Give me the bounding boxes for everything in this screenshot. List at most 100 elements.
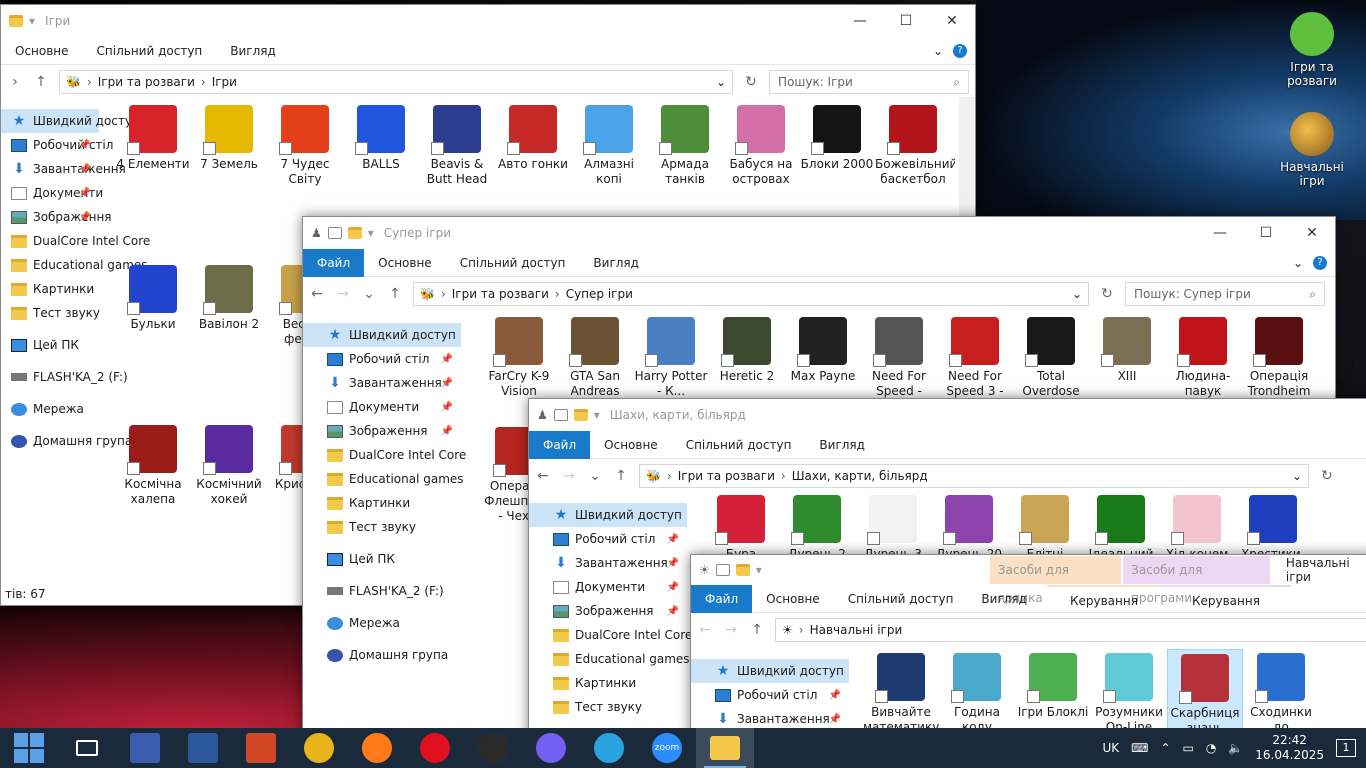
file-item[interactable]: Алмазні копі <box>571 101 647 193</box>
file-item[interactable]: Блоки 2000 <box>799 101 875 193</box>
file-item[interactable]: Дурень 3 <box>855 491 931 557</box>
breadcrumb-current[interactable]: Навчальні ігри <box>810 623 903 637</box>
nav-item-fold[interactable]: DualCore Intel Core <box>529 623 692 647</box>
title-bar[interactable]: ▾ Ігри — ☐ ✕ <box>1 5 975 37</box>
nav-item-doc[interactable]: Документи 📌 <box>529 575 687 599</box>
tab-view[interactable]: Вигляд <box>967 585 1041 613</box>
title-bar[interactable]: ♟ ▾ Шахи, карти, більярд <box>529 399 1366 431</box>
file-item[interactable]: Need For Speed - Ho... <box>861 313 937 413</box>
nav-item-pc[interactable]: Цей ПК <box>1 333 99 357</box>
taskbar-app-podcast[interactable] <box>464 728 522 768</box>
qa-dropdown-icon[interactable]: ▾ <box>368 226 374 240</box>
nav-item-doc[interactable]: Документи 📌 <box>303 395 461 419</box>
nav-item-star[interactable]: ★ Швидкий доступ <box>691 659 849 683</box>
file-item[interactable]: Дурень 2 <box>779 491 855 557</box>
tab-home[interactable]: Основне <box>364 249 446 277</box>
wifi-icon[interactable]: ◔ <box>1206 741 1216 755</box>
file-item[interactable]: Вавілон 2 <box>191 261 267 353</box>
file-item[interactable]: Армада танків <box>647 101 723 193</box>
nav-item-fold[interactable]: Тест звуку <box>303 515 461 539</box>
ribbon-expand-icon[interactable]: ⌄ <box>1293 256 1303 270</box>
file-item[interactable]: Авто гонки <box>495 101 571 193</box>
maximize-button[interactable]: ☐ <box>883 5 929 37</box>
file-item[interactable]: Бабуся на островах <box>723 101 799 193</box>
nav-item-down[interactable]: ⬇ Завантаження 📌 <box>303 371 461 395</box>
taskbar-app-firefox[interactable] <box>348 728 406 768</box>
nav-item-fold[interactable]: Картинки <box>529 671 687 695</box>
file-item[interactable]: Need For Speed 3 - Hot Pursuit <box>937 313 1013 413</box>
breadcrumb-games-root[interactable]: Ігри та розваги <box>98 75 195 89</box>
title-bar[interactable]: ☀ ▾ Засоби для ярлика Засоби для програми… <box>691 555 1366 605</box>
file-item[interactable]: Сходинки до <box>1243 649 1319 737</box>
nav-item-down[interactable]: ⬇ Завантаження 📌 <box>1 157 126 181</box>
new-folder-icon[interactable] <box>735 564 750 576</box>
help-icon[interactable]: ? <box>1313 255 1327 270</box>
nav-item-down[interactable]: ⬇ Завантаження 📌 <box>529 551 687 575</box>
pin-icon[interactable]: 📌 <box>667 606 679 617</box>
tab-shortcut-manage[interactable]: Керування <box>1046 584 1161 613</box>
tab-home[interactable]: Основне <box>590 431 672 459</box>
nav-item-fold[interactable]: Educational games <box>1 253 148 277</box>
taskbar-app-task-view[interactable] <box>58 728 116 768</box>
file-item[interactable]: Божевільний баскетбол <box>875 101 955 193</box>
file-item[interactable]: Година коду <box>939 649 1015 737</box>
pin-icon[interactable]: 📌 <box>667 534 679 545</box>
recent-dropdown-icon[interactable]: ⌄ <box>587 468 603 484</box>
tab-home[interactable]: Основне <box>752 585 834 613</box>
file-item[interactable]: Бульки <box>115 261 191 353</box>
breadcrumb-games-root[interactable]: Ігри та розваги <box>452 287 549 301</box>
nav-item-fold[interactable]: Тест звуку <box>1 301 100 325</box>
nav-item-pics[interactable]: Зображення 📌 <box>1 205 112 229</box>
taskbar-app-viber[interactable] <box>522 728 580 768</box>
nav-item-fold[interactable]: DualCore Intel Core <box>1 229 150 253</box>
pin-icon[interactable]: 📌 <box>441 378 453 389</box>
breadcrumb-current[interactable]: Ігри <box>212 75 237 89</box>
nav-item-fold[interactable]: Тест звуку <box>529 695 687 719</box>
nav-item-desk[interactable]: Робочий стіл 📌 <box>529 527 687 551</box>
nav-item-pics[interactable]: Зображення 📌 <box>303 419 461 443</box>
nav-item-pics[interactable]: Зображення 📌 <box>529 599 687 623</box>
close-button[interactable]: ✕ <box>1289 217 1335 249</box>
volume-icon[interactable]: 🔈 <box>1228 741 1243 755</box>
file-item[interactable]: Космічна халепа <box>115 421 191 513</box>
minimize-button[interactable]: — <box>837 5 883 37</box>
file-item[interactable]: Бура <box>703 491 779 557</box>
language-indicator[interactable]: UK <box>1102 741 1119 755</box>
file-item[interactable]: Harry Potter - К... <box>633 313 709 405</box>
pin-icon[interactable]: 📌 <box>79 140 91 151</box>
tab-view[interactable]: Вигляд <box>579 249 653 277</box>
file-item[interactable]: FarCry K-9 Vision <box>481 313 557 405</box>
nav-item-fold[interactable]: Educational games <box>529 647 690 671</box>
nav-item-desk[interactable]: Робочий стіл 📌 <box>303 347 461 371</box>
properties-icon[interactable] <box>715 564 730 576</box>
taskbar-app-opera[interactable] <box>406 728 464 768</box>
file-item[interactable]: Max Payne <box>785 313 861 405</box>
properties-icon[interactable] <box>327 227 342 239</box>
new-folder-icon[interactable] <box>347 227 362 239</box>
address-dropdown-icon[interactable]: ⌄ <box>1292 469 1302 483</box>
nav-item-fold[interactable]: DualCore Intel Core <box>303 443 466 467</box>
file-item[interactable]: Beavis & Butt Head <box>419 101 495 193</box>
breadcrumb-current[interactable]: Супер ігри <box>566 287 633 301</box>
address-bar[interactable]: 🐝 › Ігри та розваги › Шахи, карти, більярд… <box>639 464 1309 488</box>
taskbar-app-save-app[interactable] <box>116 728 174 768</box>
file-item[interactable]: 7 Земель <box>191 101 267 193</box>
pin-icon[interactable]: 📌 <box>829 714 841 725</box>
file-item[interactable]: Вивчайте математику онлайн <box>863 649 939 737</box>
taskbar-app-zoom[interactable]: zoom <box>638 728 696 768</box>
taskbar-app-telegram[interactable] <box>580 728 638 768</box>
search-input[interactable]: Пошук: Супер ігри ⌕ <box>1125 282 1325 306</box>
nav-item-net[interactable]: Мережа <box>1 397 99 421</box>
breadcrumb-current[interactable]: Шахи, карти, більярд <box>792 469 928 483</box>
taskbar-app-chrome[interactable] <box>290 728 348 768</box>
file-item[interactable]: Космічний хокей <box>191 421 267 513</box>
file-item[interactable]: BALLS <box>343 101 419 193</box>
new-folder-icon[interactable] <box>573 409 588 421</box>
refresh-icon[interactable]: ↻ <box>1319 468 1335 484</box>
tab-file[interactable]: Файл <box>303 248 365 277</box>
file-item[interactable]: Total Overdose <box>1013 313 1089 405</box>
battery-icon[interactable]: ▭ <box>1183 741 1194 755</box>
qa-dropdown-icon[interactable]: ▾ <box>756 563 762 577</box>
file-item[interactable]: 7 Чудес Світу <box>267 101 343 193</box>
pin-icon[interactable]: 📌 <box>667 558 679 569</box>
